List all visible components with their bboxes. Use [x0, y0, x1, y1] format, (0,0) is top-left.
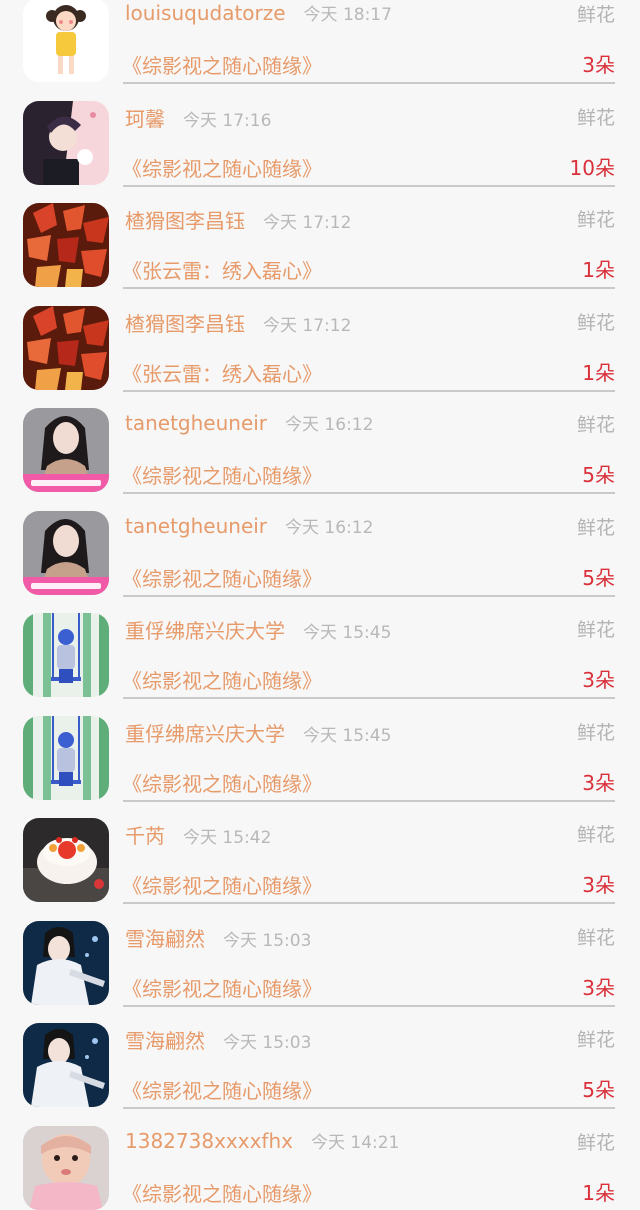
- flower-count: 1朵: [582, 360, 615, 385]
- avatar-girl-cartoon-icon[interactable]: [23, 0, 109, 82]
- list-item[interactable]: 重俘绋席兴庆大学 今天 15:45 鲜花 《综影视之随心随缘》 3朵: [0, 700, 640, 803]
- user-name: 重俘绋席兴庆大学 今天 15:45: [125, 615, 391, 644]
- book-title-link[interactable]: 《综影视之随心随缘》: [122, 460, 322, 489]
- gift-type: 鲜花: [576, 926, 615, 949]
- list-item[interactable]: louisuqudatorze 今天 18:17 鲜花 《综影视之随心随缘》 3朵: [0, 0, 640, 85]
- user-name-text: 雪海翩然: [125, 926, 205, 951]
- book-title-link[interactable]: 《综影视之随心随缘》: [122, 665, 322, 694]
- book-title-link[interactable]: 《综影视之随心随缘》: [122, 973, 322, 1002]
- user-name: tanetgheuneir 今天 16:12: [125, 410, 373, 435]
- list-item[interactable]: 重俘绋席兴庆大学 今天 15:45 鲜花 《综影视之随心随缘》 3朵: [0, 597, 640, 700]
- avatar-woman-portrait-icon[interactable]: [23, 510, 109, 595]
- timestamp: 今天 18:17: [303, 5, 392, 25]
- book-title-link[interactable]: 《综影视之随心随缘》: [122, 1075, 322, 1104]
- list-item[interactable]: 珂馨 今天 17:16 鲜花 《综影视之随心随缘》 10朵: [0, 85, 640, 188]
- flower-count: 1朵: [582, 258, 615, 282]
- list-item[interactable]: 楂猾图李昌钰 今天 17:12 鲜花 《张云雷：绣入磊心》 1朵: [0, 187, 640, 290]
- user-name-text: 楂猾图李昌钰: [125, 209, 245, 233]
- book-title-link[interactable]: 《综影视之随心随缘》: [122, 50, 322, 79]
- timestamp: 今天 15:03: [223, 930, 312, 951]
- flower-count: 1朵: [582, 1180, 615, 1205]
- avatar-baby-icon[interactable]: [23, 1125, 109, 1210]
- list-item[interactable]: 千芮 今天 15:42 鲜花 《综影视之随心随缘》 3朵: [0, 802, 640, 905]
- avatar-red-leaves-icon[interactable]: [23, 203, 109, 287]
- timestamp: 今天 15:03: [223, 1033, 312, 1053]
- user-name: tanetgheuneir 今天 16:12: [125, 513, 373, 538]
- user-name-text: 重俘绋席兴庆大学: [125, 721, 285, 746]
- gift-type: 鲜花: [576, 619, 615, 641]
- user-name: 雪海翩然 今天 15:03: [125, 923, 311, 952]
- list-item[interactable]: tanetgheuneir 今天 16:12 鲜花 《综影视之随心随缘》 5朵: [0, 392, 640, 495]
- user-name: 楂猾图李昌钰 今天 17:12: [125, 205, 351, 234]
- user-name-text: tanetgheuneir: [125, 513, 268, 538]
- user-name-text: 雪海翩然: [125, 1029, 205, 1053]
- flower-count: 3朵: [582, 975, 615, 1000]
- book-title-link[interactable]: 《张云雷：绣入磊心》: [122, 255, 322, 284]
- book-title-link[interactable]: 《综影视之随心随缘》: [122, 1178, 322, 1207]
- avatar-costume-man-icon[interactable]: [23, 920, 109, 1005]
- flower-count: 10朵: [569, 155, 615, 180]
- user-name-text: 珂馨: [125, 106, 165, 131]
- gift-type: 鲜花: [576, 824, 615, 846]
- gift-type: 鲜花: [576, 1131, 615, 1154]
- gift-type: 鲜花: [576, 4, 615, 26]
- avatar-costume-man-icon[interactable]: [23, 1023, 109, 1107]
- user-name: 1382738xxxxfhx 今天 14:21: [125, 1128, 399, 1153]
- book-title-link[interactable]: 《综影视之随心随缘》: [122, 768, 322, 797]
- flower-count: 3朵: [582, 53, 615, 77]
- timestamp: 今天 16:12: [285, 517, 374, 538]
- timestamp: 今天 17:12: [263, 213, 352, 233]
- avatar-woman-portrait-icon[interactable]: [23, 408, 109, 492]
- timestamp: 今天 17:12: [263, 315, 352, 336]
- list-item[interactable]: 雪海翩然 今天 15:03 鲜花 《综影视之随心随缘》 5朵: [0, 1007, 640, 1110]
- avatar-anime-couple-icon[interactable]: [23, 100, 109, 185]
- flower-gift-list: louisuqudatorze 今天 18:17 鲜花 《综影视之随心随缘》 3朵…: [0, 0, 640, 1210]
- avatar-swing-girl-icon[interactable]: [23, 613, 109, 697]
- user-name-text: 千芮: [125, 824, 165, 848]
- flower-count: 5朵: [582, 1078, 615, 1102]
- timestamp: 今天 17:16: [183, 110, 272, 131]
- user-name: 珂馨 今天 17:16: [125, 103, 271, 132]
- book-title-link[interactable]: 《张云雷：绣入磊心》: [122, 358, 322, 387]
- flower-count: 5朵: [582, 565, 615, 590]
- user-name: 楂猾图李昌钰 今天 17:12: [125, 308, 351, 337]
- gift-type: 鲜花: [576, 106, 615, 129]
- user-name-text: louisuqudatorze: [125, 1, 286, 25]
- flower-count: 3朵: [582, 770, 615, 795]
- user-name: 重俘绋席兴庆大学 今天 15:45: [125, 718, 391, 747]
- list-item[interactable]: 1382738xxxxfhx 今天 14:21 鲜花 《综影视之随心随缘》 1朵: [0, 1110, 640, 1210]
- timestamp: 今天 15:42: [183, 828, 272, 848]
- list-item[interactable]: 雪海翩然 今天 15:03 鲜花 《综影视之随心随缘》 3朵: [0, 905, 640, 1008]
- user-name-text: 1382738xxxxfhx: [125, 1128, 293, 1153]
- book-title-link[interactable]: 《综影视之随心随缘》: [122, 153, 322, 182]
- flower-count: 3朵: [582, 668, 615, 692]
- gift-type: 鲜花: [576, 516, 615, 539]
- flower-count: 3朵: [582, 873, 615, 897]
- timestamp: 今天 15:45: [303, 623, 392, 643]
- user-name: 雪海翩然 今天 15:03: [125, 1025, 311, 1054]
- gift-type: 鲜花: [576, 209, 615, 231]
- avatar-red-leaves-icon[interactable]: [23, 305, 109, 390]
- avatar-swing-girl-icon[interactable]: [23, 715, 109, 800]
- gift-type: 鲜花: [576, 1029, 615, 1051]
- avatar-cake-icon[interactable]: [23, 818, 109, 902]
- user-name: louisuqudatorze 今天 18:17: [125, 0, 392, 25]
- book-title-link[interactable]: 《综影视之随心随缘》: [122, 870, 322, 899]
- gift-type: 鲜花: [576, 414, 615, 436]
- list-item[interactable]: 楂猾图李昌钰 今天 17:12 鲜花 《张云雷：绣入磊心》 1朵: [0, 290, 640, 393]
- user-name-text: 楂猾图李昌钰: [125, 311, 245, 336]
- user-name: 千芮 今天 15:42: [125, 820, 271, 849]
- book-title-link[interactable]: 《综影视之随心随缘》: [122, 563, 322, 592]
- user-name-text: 重俘绋席兴庆大学: [125, 619, 285, 643]
- timestamp: 今天 14:21: [310, 1132, 400, 1153]
- gift-type: 鲜花: [576, 721, 615, 744]
- list-item[interactable]: tanetgheuneir 今天 16:12 鲜花 《综影视之随心随缘》 5朵: [0, 495, 640, 598]
- flower-count: 5朵: [582, 463, 615, 487]
- user-name-text: tanetgheuneir: [125, 411, 268, 435]
- timestamp: 今天 15:45: [303, 725, 392, 746]
- gift-type: 鲜花: [576, 311, 615, 334]
- timestamp: 今天 16:12: [285, 415, 374, 435]
